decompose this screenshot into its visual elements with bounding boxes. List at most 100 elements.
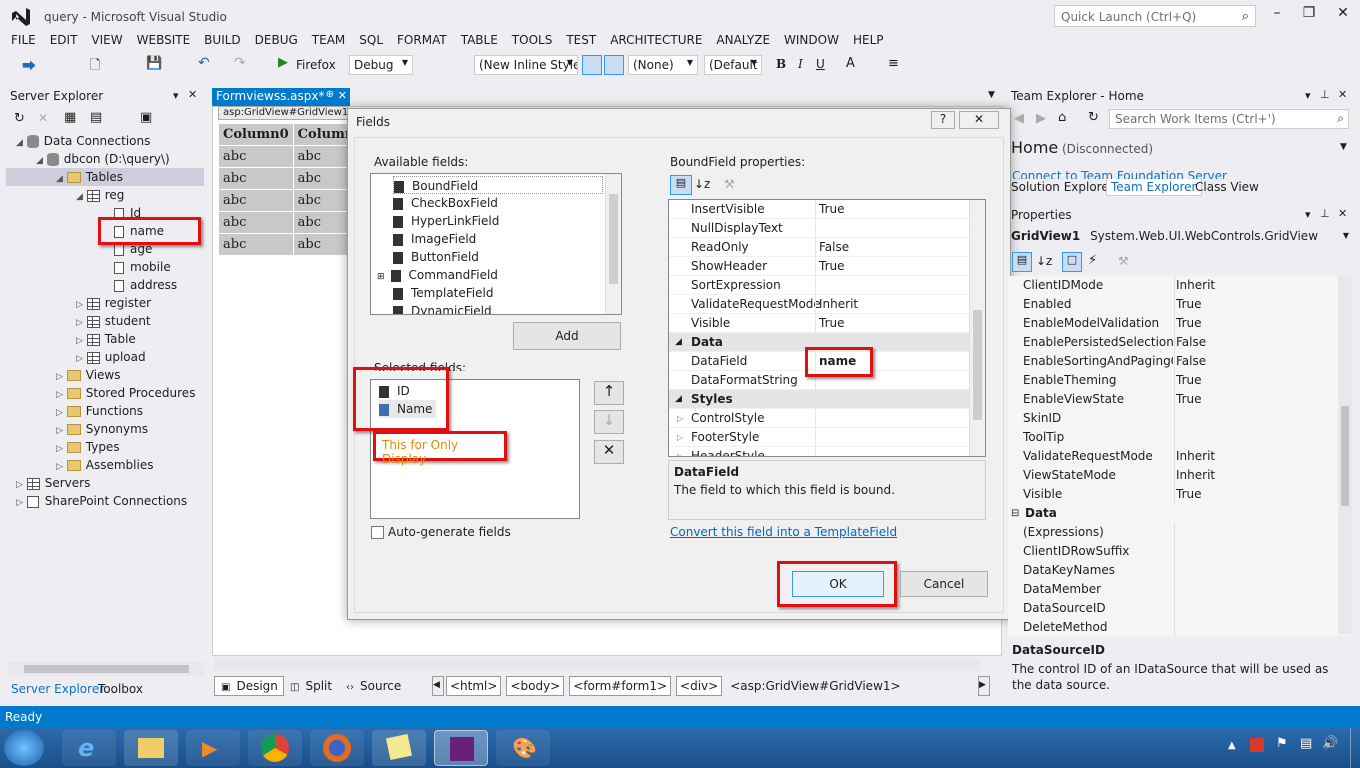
properties-grid[interactable]: ClientIDMode Inherit Enabled True EnableMode…	[1008, 276, 1352, 637]
expand-icon[interactable]: ▷	[677, 409, 683, 428]
redo-icon[interactable]: ↷	[234, 55, 246, 71]
search-work-items-input[interactable]: Search Work Items (Ctrl+') ⌕	[1109, 109, 1349, 129]
tab-server-explorer[interactable]: Server Explorer	[11, 682, 104, 696]
tree-servers[interactable]: ▷ Servers	[16, 474, 90, 492]
browser-select[interactable]: Firefox	[296, 56, 336, 74]
property-row[interactable]: DataMember	[1008, 580, 1338, 599]
menu-item-architecture[interactable]: ARCHITECTURE	[603, 32, 709, 48]
expand-icon[interactable]: ⊞	[377, 272, 385, 282]
design-mode-toggle[interactable]	[582, 55, 602, 75]
undo-icon[interactable]: ↶	[198, 55, 210, 71]
list-item[interactable]: BoundField	[393, 176, 603, 194]
tree-tables[interactable]: ◢ Tables	[6, 168, 204, 186]
tab-toolbox[interactable]: Toolbox	[98, 682, 143, 696]
tab-solution-explorer[interactable]: Solution Explorer	[1011, 180, 1114, 194]
property-row[interactable]: ShowHeader True	[669, 257, 985, 276]
tree-stored-procedures[interactable]: ▷ Stored Procedures	[56, 384, 195, 402]
refresh-icon[interactable]: ↻	[1088, 110, 1099, 125]
tree-student[interactable]: ▷ student	[76, 312, 151, 330]
pin-icon[interactable]: ⊕	[326, 89, 334, 100]
auto-generate-checkbox[interactable]	[371, 526, 384, 539]
gridview-preview[interactable]: Column0 Column1 abc abc abc abc abc abc abc a…	[218, 123, 369, 256]
horizontal-scrollbar[interactable]	[8, 662, 204, 676]
menu-item-format[interactable]: FORMAT	[390, 32, 454, 48]
property-row[interactable]: EnablePersistedSelection False	[1008, 333, 1338, 352]
sticky-notes-icon[interactable]	[372, 730, 426, 766]
tree-assemblies[interactable]: ▷ Assemblies	[56, 456, 153, 474]
property-row[interactable]: ▷ HeaderStyle	[669, 447, 985, 456]
close-tab-icon[interactable]: ✕	[338, 89, 347, 102]
close-dialog-button[interactable]: ✕	[959, 111, 999, 129]
breadcrumb-item[interactable]: <body>	[506, 676, 565, 696]
filter-icon[interactable]: ▦	[64, 110, 76, 125]
menu-item-file[interactable]: FILE	[4, 32, 43, 48]
collapse-icon[interactable]: ⊟	[1011, 504, 1019, 523]
events-icon[interactable]: ⚡	[1088, 253, 1097, 268]
list-item[interactable]: ButtonField	[393, 248, 479, 266]
property-row[interactable]: EnableTheming True	[1008, 371, 1338, 390]
breadcrumb-item[interactable]: <html>	[446, 676, 502, 696]
start-button[interactable]	[4, 730, 44, 766]
back-icon[interactable]: ◀	[1014, 111, 1024, 126]
property-row[interactable]: Visible True	[669, 314, 985, 333]
tree-reg[interactable]: ◢ reg	[76, 186, 124, 204]
property-row[interactable]: DeleteMethod	[1008, 618, 1338, 637]
close-panel-icon[interactable]: ✕	[1338, 88, 1347, 101]
categorized-icon[interactable]: ▤	[670, 175, 692, 195]
refresh-icon[interactable]: ↻	[14, 111, 25, 126]
expand-icon[interactable]: ▷	[677, 447, 683, 456]
help-button[interactable]: ?	[931, 111, 955, 129]
internet-explorer-icon[interactable]: e	[62, 730, 116, 766]
tree-synonyms[interactable]: ▷ Synonyms	[56, 420, 148, 438]
menu-item-website[interactable]: WEBSITE	[130, 32, 198, 48]
stop-icon[interactable]: ✕	[38, 111, 48, 125]
menu-item-edit[interactable]: EDIT	[43, 32, 85, 48]
add-connection-icon[interactable]: ▤	[90, 110, 102, 125]
property-row[interactable]: SortExpression	[669, 276, 985, 295]
available-scrollbar[interactable]	[605, 174, 621, 314]
property-row[interactable]: ▷ ControlStyle	[669, 409, 985, 428]
italic-button[interactable]: I	[798, 57, 803, 71]
list-item[interactable]: ImageField	[393, 230, 476, 248]
property-pages-icon[interactable]: ⚒	[1118, 254, 1129, 268]
show-hidden-icons[interactable]: ▲	[1228, 740, 1236, 751]
breadcrumb-item[interactable]: <asp:GridView#GridView1>	[727, 677, 903, 697]
properties-scrollbar[interactable]	[1338, 276, 1352, 634]
property-category[interactable]: ⊟ Data	[1008, 504, 1338, 523]
font-select[interactable]: (Default ▼	[704, 55, 762, 75]
quick-launch-input[interactable]: Quick Launch (Ctrl+Q) ⌕	[1054, 5, 1256, 27]
available-fields-list[interactable]: BoundField CheckBoxField HyperLinkField …	[370, 173, 622, 315]
menu-item-team[interactable]: TEAM	[305, 32, 352, 48]
expand-icon[interactable]: ▷	[677, 428, 683, 447]
properties-icon[interactable]: ▣	[140, 110, 152, 125]
tab-formviewss[interactable]: Formviewss.aspx* ⊕ ✕	[212, 88, 350, 106]
property-row[interactable]: ▷ FooterStyle	[669, 428, 985, 447]
categorized-icon[interactable]: ▤	[1012, 252, 1032, 272]
property-row[interactable]: SkinID	[1008, 409, 1338, 428]
menu-item-analyze[interactable]: ANALYZE	[709, 32, 777, 48]
visual-studio-icon[interactable]	[434, 730, 488, 766]
tree-col-mobile[interactable]: mobile	[114, 258, 171, 276]
show-desktop-button[interactable]	[1350, 728, 1360, 768]
tree-functions[interactable]: ▷ Functions	[56, 402, 143, 420]
minimize-button[interactable]: –	[1262, 5, 1292, 25]
breadcrumb-right-icon[interactable]: ▶	[978, 676, 990, 696]
tab-design[interactable]: ▣ Design	[214, 676, 284, 696]
underline-button[interactable]: U	[816, 57, 825, 71]
boundfield-property-grid[interactable]: InsertVisible True NullDisplayText ReadOnly…	[668, 199, 986, 457]
menu-item-debug[interactable]: DEBUG	[248, 32, 305, 48]
align-icon[interactable]: ≡	[888, 56, 899, 71]
new-project-icon[interactable]: 🗋	[90, 56, 100, 78]
action-center-icon[interactable]: ⚑	[1276, 736, 1288, 751]
breadcrumb-item[interactable]: <div>	[676, 676, 723, 696]
tab-source[interactable]: ‹› Source	[346, 679, 401, 693]
property-row[interactable]: EnableModelValidation True	[1008, 314, 1338, 333]
property-row[interactable]: DataSourceID	[1008, 599, 1338, 618]
property-row[interactable]: ViewStateMode Inherit	[1008, 466, 1338, 485]
tab-split[interactable]: ◫ Split	[290, 679, 332, 693]
property-row[interactable]: ClientIDRowSuffix	[1008, 542, 1338, 561]
bold-button[interactable]: B	[776, 57, 786, 71]
menu-item-build[interactable]: BUILD	[197, 32, 247, 48]
tree-sharepoint[interactable]: ▷ SharePoint Connections	[16, 492, 187, 510]
dropdown-icon[interactable]: ▾	[1305, 208, 1311, 221]
